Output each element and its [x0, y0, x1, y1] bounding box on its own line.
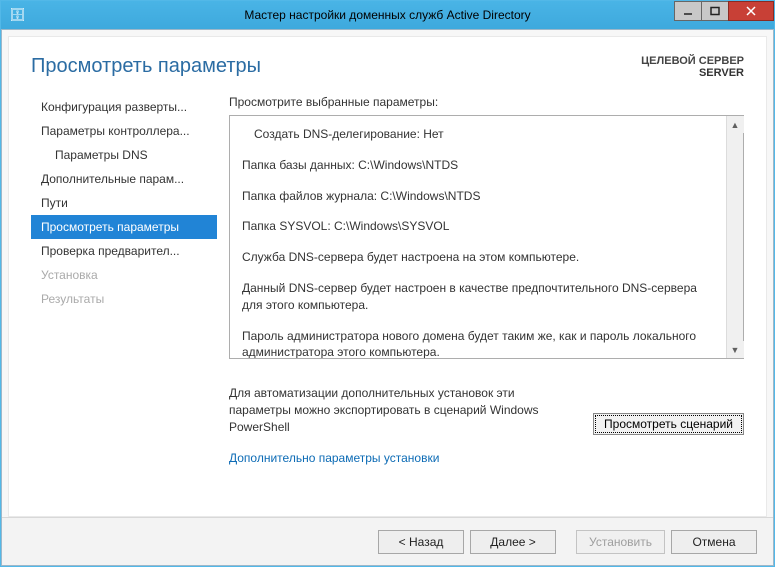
target-server-box: ЦЕЛЕВОЙ СЕРВЕР SERVER: [641, 55, 744, 79]
back-button[interactable]: < Назад: [378, 530, 464, 554]
minimize-button[interactable]: [674, 1, 702, 21]
review-line: Папка файлов журнала: C:\Windows\NTDS: [242, 188, 714, 205]
export-footer: Для автоматизации дополнительных установ…: [229, 359, 744, 441]
review-line: Папка базы данных: C:\Windows\NTDS: [242, 157, 714, 174]
target-server-value: SERVER: [641, 67, 744, 79]
install-button: Установить: [576, 530, 665, 554]
wizard-step[interactable]: Просмотреть параметры: [31, 215, 217, 239]
wizard-step[interactable]: Параметры контроллера...: [31, 119, 217, 143]
window-title: Мастер настройки доменных служб Active D…: [1, 8, 774, 22]
more-options-link[interactable]: Дополнительно параметры установки: [229, 451, 744, 465]
wizard-step: Результаты: [31, 287, 217, 311]
window-controls: [675, 1, 774, 21]
scrollbar[interactable]: ▲ ▼: [726, 116, 743, 358]
wizard-steps: Конфигурация разверты...Параметры контро…: [31, 91, 217, 506]
review-line: Папка SYSVOL: C:\Windows\SYSVOL: [242, 218, 714, 235]
wizard-step[interactable]: Пути: [31, 191, 217, 215]
content-area: Просмотреть параметры ЦЕЛЕВОЙ СЕРВЕР SER…: [8, 36, 767, 517]
review-content[interactable]: Создать DNS-делегирование: Нет Папка базы…: [230, 116, 726, 358]
scroll-up-icon[interactable]: ▲: [727, 116, 744, 133]
cancel-button[interactable]: Отмена: [671, 530, 757, 554]
body-row: Конфигурация разверты...Параметры контро…: [9, 87, 766, 516]
wizard-step[interactable]: Проверка предварител...: [31, 239, 217, 263]
scroll-down-icon[interactable]: ▼: [727, 341, 744, 358]
header-row: Просмотреть параметры ЦЕЛЕВОЙ СЕРВЕР SER…: [9, 37, 766, 87]
review-line: Создать DNS-делегирование: Нет: [242, 126, 714, 143]
maximize-button[interactable]: [701, 1, 729, 21]
dialog-body: Просмотреть параметры ЦЕЛЕВОЙ СЕРВЕР SER…: [1, 29, 774, 566]
next-button[interactable]: Далее >: [470, 530, 556, 554]
close-button[interactable]: [728, 1, 774, 21]
main-panel: Просмотрите выбранные параметры: Создать…: [229, 91, 744, 506]
review-line: Служба DNS-сервера будет настроена на эт…: [242, 249, 714, 266]
button-bar: < Назад Далее > Установить Отмена: [2, 517, 773, 565]
instruction-text: Просмотрите выбранные параметры:: [229, 91, 744, 115]
page-title: Просмотреть параметры: [31, 55, 261, 78]
wizard-step[interactable]: Дополнительные парам...: [31, 167, 217, 191]
target-server-label: ЦЕЛЕВОЙ СЕРВЕР: [641, 55, 744, 67]
export-description: Для автоматизации дополнительных установ…: [229, 385, 569, 435]
view-script-button[interactable]: Просмотреть сценарий: [593, 413, 744, 435]
wizard-step: Установка: [31, 263, 217, 287]
review-line: Данный DNS-сервер будет настроен в качес…: [242, 280, 714, 314]
review-line: Пароль администратора нового домена буде…: [242, 328, 714, 358]
review-options-box: Создать DNS-делегирование: Нет Папка базы…: [229, 115, 744, 359]
titlebar[interactable]: 🗄 Мастер настройки доменных служб Active…: [1, 1, 774, 29]
app-icon: 🗄: [9, 7, 25, 23]
window-frame: 🗄 Мастер настройки доменных служб Active…: [0, 0, 775, 567]
wizard-step[interactable]: Параметры DNS: [31, 143, 217, 167]
wizard-step[interactable]: Конфигурация разверты...: [31, 95, 217, 119]
